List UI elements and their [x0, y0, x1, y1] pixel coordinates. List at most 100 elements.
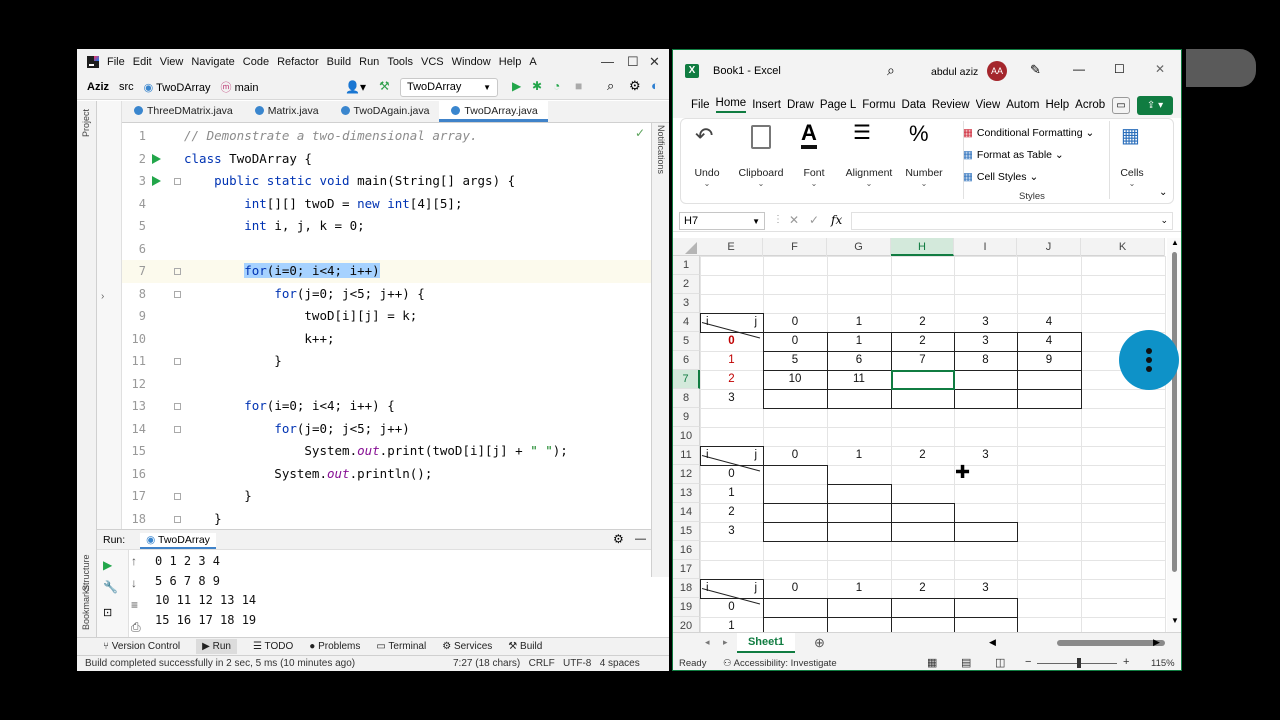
row-header-3[interactable]: 3 [673, 294, 700, 313]
project-tool-label[interactable]: Project [81, 109, 91, 137]
cells-group[interactable]: Cells ⌄ [1115, 167, 1149, 188]
scroll-up-icon[interactable]: ▲ [1171, 238, 1179, 247]
zoom-slider-thumb[interactable] [1077, 658, 1081, 668]
row-header-12[interactable]: 12 [673, 465, 700, 484]
menu-item-view[interactable]: View [160, 56, 184, 68]
page-break-icon[interactable]: ◫ [995, 656, 1005, 669]
maximize-icon[interactable]: ☐ [627, 54, 639, 70]
row-header-2[interactable]: 2 [673, 275, 700, 294]
pen-icon[interactable]: ✎ [1030, 62, 1041, 78]
ribbon-tab-autom[interactable]: Autom [1006, 99, 1039, 111]
menu-item-vcs[interactable]: VCS [421, 56, 444, 68]
fold-marker-icon[interactable] [174, 178, 181, 185]
column-header-f[interactable]: F [763, 238, 827, 256]
menu-item-run[interactable]: Run [359, 56, 379, 68]
column-header-j[interactable]: J [1017, 238, 1081, 256]
row-header-10[interactable]: 10 [673, 427, 700, 446]
scroll-right-icon[interactable]: ▶ [1153, 637, 1160, 648]
tool-tab-services[interactable]: ⚙ Services [442, 641, 492, 652]
build-hammer-icon[interactable]: ⚒ [379, 79, 390, 93]
row-header-17[interactable]: 17 [673, 560, 700, 579]
row-header-13[interactable]: 13 [673, 484, 700, 503]
breadcrumb-method[interactable]: ⓜ main [221, 79, 259, 95]
tool-tab-todo[interactable]: ☰ TODO [253, 641, 293, 652]
editor-tab-threedmatrix[interactable]: ThreeDMatrix.java [122, 101, 243, 122]
minimize-icon[interactable]: — [601, 54, 614, 69]
row-header-6[interactable]: 6 [673, 351, 700, 370]
run-gutter-icon[interactable] [152, 153, 161, 164]
fold-marker-icon[interactable] [174, 425, 181, 433]
notifications-tool-label[interactable]: Notifications [656, 125, 666, 174]
pin-icon[interactable]: ⊡ [103, 606, 112, 619]
soft-wrap-icon[interactable]: ≡ [131, 598, 138, 612]
debug-icon[interactable]: ✱ [532, 79, 542, 93]
row-header-8[interactable]: 8 [673, 389, 700, 408]
prev-sheet-icon[interactable]: ◂ [705, 637, 710, 648]
row-header-11[interactable]: 11 [673, 446, 700, 465]
clipboard-group[interactable]: Clipboard ⌄ [731, 167, 791, 188]
font-color-icon[interactable]: A [801, 121, 817, 149]
plugin-icon[interactable]: ◐ [651, 78, 659, 93]
ribbon-expand-icon[interactable]: ⌄ [1159, 187, 1167, 198]
run-configuration-select[interactable]: TwoDArray ▼ [400, 78, 498, 97]
menu-item-edit[interactable]: Edit [133, 56, 152, 68]
undo-icon[interactable]: ↶ [695, 123, 713, 149]
ribbon-tab-insert[interactable]: Insert [752, 99, 781, 111]
hide-panel-icon[interactable]: — [635, 533, 646, 545]
run-tab[interactable]: ◉ TwoDArray [140, 533, 216, 549]
close-icon[interactable]: ✕ [649, 54, 660, 70]
menu-item-build[interactable]: Build [327, 56, 351, 68]
ribbon-tab-acrob[interactable]: Acrob [1075, 99, 1105, 111]
horizontal-scrollbar-thumb[interactable] [1057, 640, 1165, 646]
column-header-k[interactable]: K [1081, 238, 1165, 256]
menu-item-help[interactable]: Help [499, 56, 522, 68]
menu-item-a[interactable]: A [529, 56, 536, 68]
run-icon[interactable]: ▶ [512, 79, 521, 93]
percent-icon[interactable]: % [909, 121, 929, 147]
worksheet-grid[interactable]: EFGHIJK 1 2 3 4 5 6 7 8 9 10 11 12 13 14 15 16 17 18 19 20 … [673, 238, 1181, 637]
editor-tab-twodagain[interactable]: TwoDAgain.java [329, 101, 440, 122]
page-layout-icon[interactable]: ▤ [961, 656, 971, 669]
fold-marker-icon[interactable] [174, 268, 181, 275]
font-group[interactable]: Font ⌄ [789, 167, 839, 188]
fold-marker-icon[interactable] [174, 515, 181, 523]
row-header-19[interactable]: 19 [673, 598, 700, 617]
enter-check-icon[interactable]: ✓ [809, 213, 819, 227]
settings-gear-icon[interactable]: ⚙ [613, 532, 624, 546]
row-header-5[interactable]: 5 [673, 332, 700, 351]
editor-tab-twodarray[interactable]: TwoDArray.java [439, 101, 548, 122]
menu-item-refactor[interactable]: Refactor [277, 56, 319, 68]
column-header-i[interactable]: I [954, 238, 1017, 256]
ribbon-tab-data[interactable]: Data [902, 99, 926, 111]
menu-item-code[interactable]: Code [243, 56, 269, 68]
menu-item-window[interactable]: Window [452, 56, 491, 68]
cancel-icon[interactable]: ✕ [789, 213, 799, 227]
insert-function-icon[interactable]: fx [831, 213, 842, 227]
row-header-9[interactable]: 9 [673, 408, 700, 427]
column-header-h[interactable]: H [891, 238, 954, 256]
accessibility-status[interactable]: ⚇ Accessibility: Investigate [723, 658, 837, 669]
cursor-position-info[interactable]: 7:27 (18 chars) CRLF UTF-8 4 spaces [453, 658, 640, 669]
search-icon[interactable]: ⌕ [887, 62, 895, 79]
comments-icon[interactable]: ▭ [1112, 97, 1130, 114]
formula-input[interactable]: ⌄ [851, 212, 1173, 230]
column-header-e[interactable]: E [700, 238, 763, 256]
user-icon[interactable]: 👤▾ [345, 80, 366, 94]
ribbon-tab-formu[interactable]: Formu [862, 99, 895, 111]
breadcrumb-folder[interactable]: src [119, 81, 134, 93]
column-header-g[interactable]: G [827, 238, 891, 256]
row-header-15[interactable]: 15 [673, 522, 700, 541]
code-editor[interactable]: ✓ 1// Demonstrate a two-dimensional arra… [122, 123, 651, 577]
rerun-icon[interactable]: ▶ [103, 558, 112, 572]
row-header-4[interactable]: 4 [673, 313, 700, 332]
tool-tab-terminal[interactable]: ▭ Terminal [376, 641, 426, 652]
next-sheet-icon[interactable]: ▸ [723, 637, 728, 648]
bookmarks-tool-label[interactable]: Bookmarks [81, 585, 91, 630]
vertical-scrollbar[interactable]: ▲ ▼ [1167, 238, 1181, 632]
alignment-icon[interactable]: ☰ [853, 123, 871, 143]
menu-item-tools[interactable]: Tools [387, 56, 413, 68]
floating-menu-button[interactable] [1119, 330, 1179, 390]
ribbon-tab-home[interactable]: Home [715, 97, 747, 113]
sheet-tab[interactable]: Sheet1 [737, 633, 795, 653]
maximize-icon[interactable]: ☐ [1114, 62, 1125, 76]
